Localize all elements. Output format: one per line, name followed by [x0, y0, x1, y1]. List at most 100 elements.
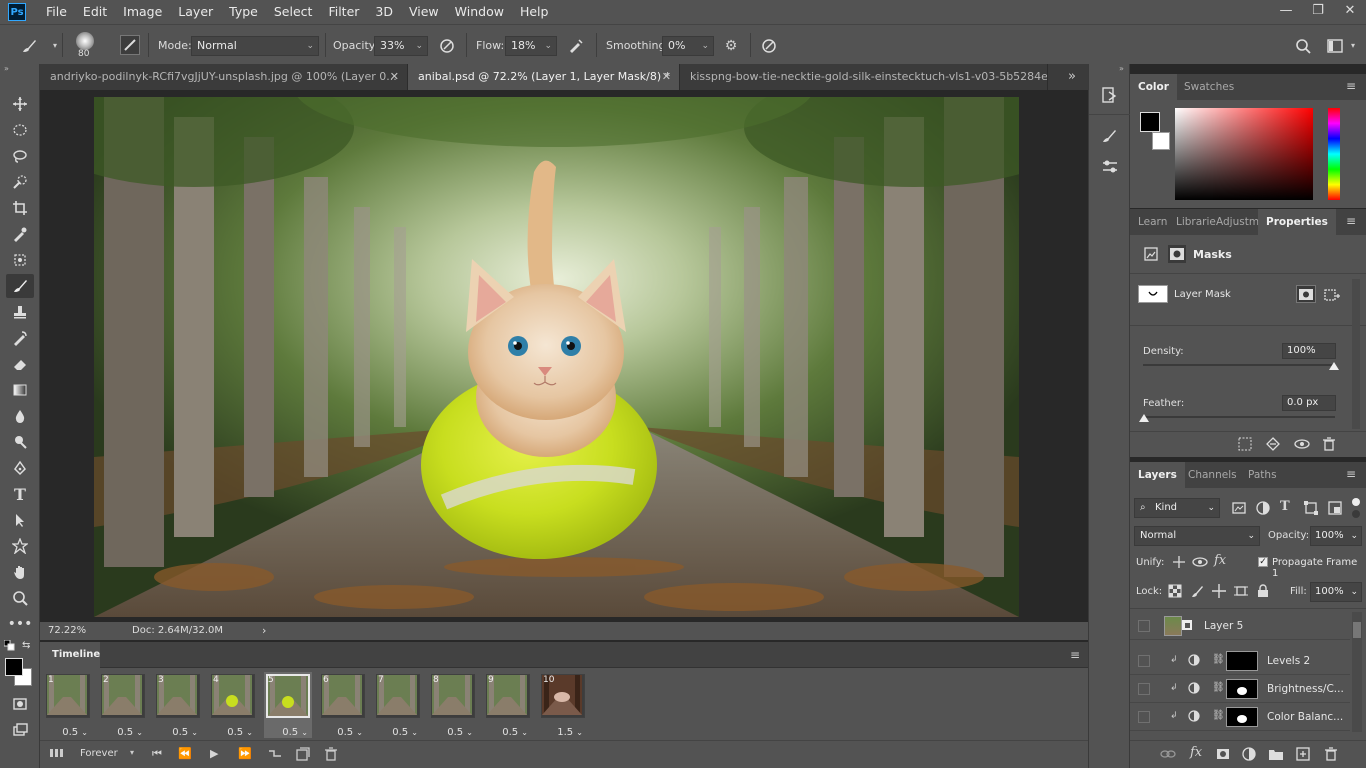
chevron-down-icon[interactable]: ▾: [130, 748, 134, 757]
layer-row[interactable]: ↲ ⛓ Color Balanc...: [1130, 703, 1350, 731]
pressure-size-icon[interactable]: [760, 37, 778, 55]
lock-artboard-icon[interactable]: [1234, 584, 1248, 602]
layer-visibility-toggle[interactable]: [1138, 711, 1150, 723]
frame-duration[interactable]: 0.5 ⌄: [117, 727, 143, 738]
panel-menu-icon[interactable]: ≡: [1346, 468, 1358, 480]
density-slider-handle[interactable]: [1329, 362, 1339, 370]
tabs-overflow-icon[interactable]: »: [1068, 69, 1076, 84]
lock-position-icon[interactable]: [1212, 584, 1226, 602]
zoom-tool-icon[interactable]: [6, 586, 34, 610]
history-panel-icon[interactable]: [1101, 86, 1119, 107]
timeline-frame[interactable]: 8 0.5 ⌄: [429, 672, 477, 738]
screen-mode-icon[interactable]: [6, 718, 34, 742]
timeline-frame[interactable]: 10 1.5 ⌄: [539, 672, 587, 738]
lock-all-icon[interactable]: [1256, 584, 1270, 602]
gear-icon[interactable]: ⚙: [722, 37, 740, 55]
layers-scrollbar[interactable]: [1352, 612, 1362, 732]
tab-properties[interactable]: Properties: [1258, 209, 1336, 235]
foreground-color-swatch[interactable]: [1140, 112, 1160, 132]
layer-mask-thumbnail[interactable]: [1138, 285, 1168, 303]
add-vector-mask-icon[interactable]: [1324, 287, 1340, 306]
link-layers-icon[interactable]: [1160, 747, 1176, 765]
blur-tool-icon[interactable]: [6, 404, 34, 428]
layer-visibility-toggle[interactable]: [1138, 620, 1150, 632]
new-layer-icon[interactable]: [1296, 747, 1310, 765]
lock-pixels-icon[interactable]: [1190, 584, 1204, 602]
menu-layer[interactable]: Layer: [170, 0, 221, 24]
tab-kisspng[interactable]: kisspng-bow-tie-necktie-gold-silk-einste…: [680, 64, 1048, 90]
filter-toggle[interactable]: [1352, 498, 1360, 506]
close-icon[interactable]: ✕: [390, 64, 399, 90]
close-icon[interactable]: ✕: [662, 64, 671, 90]
shape-tool-icon[interactable]: [6, 534, 34, 558]
brush-tool-icon[interactable]: [6, 274, 34, 298]
brush-size-preview-icon[interactable]: [76, 32, 94, 50]
unify-style-icon[interactable]: fx: [1214, 553, 1226, 568]
play-icon[interactable]: ▶: [210, 747, 218, 760]
timeline-frame[interactable]: 1 0.5 ⌄: [44, 672, 92, 738]
pen-tool-icon[interactable]: [6, 456, 34, 480]
workspace-dropdown-icon[interactable]: ▾: [1344, 37, 1362, 55]
path-selection-tool-icon[interactable]: [6, 508, 34, 532]
brush-tool-icon[interactable]: [20, 37, 38, 55]
filter-smart-object-icon[interactable]: [1328, 501, 1342, 519]
dodge-tool-icon[interactable]: [6, 430, 34, 454]
density-input[interactable]: 100%: [1282, 343, 1336, 359]
add-layer-style-icon[interactable]: fx: [1190, 745, 1202, 760]
layer-filter-select[interactable]: ⌕ Kind ⌄: [1134, 498, 1220, 518]
tab-channels[interactable]: Channels: [1180, 462, 1245, 488]
menu-help[interactable]: Help: [512, 0, 557, 24]
frame-duration[interactable]: 0.5 ⌄: [227, 727, 253, 738]
timeline-frame[interactable]: 4 0.5 ⌄: [209, 672, 257, 738]
filter-pixel-icon[interactable]: [1232, 501, 1246, 519]
blend-mode-select[interactable]: Normal ⌄: [1134, 526, 1260, 546]
frame-duration[interactable]: 0.5 ⌄: [337, 727, 363, 738]
quick-mask-icon[interactable]: [6, 692, 34, 716]
status-menu-arrow-icon[interactable]: ›: [262, 624, 266, 637]
menu-view[interactable]: View: [401, 0, 447, 24]
background-color-swatch[interactable]: [1152, 132, 1170, 150]
frame-tool-icon[interactable]: [6, 248, 34, 272]
frame-duration[interactable]: 1.5 ⌄: [557, 727, 583, 738]
tween-icon[interactable]: [268, 747, 282, 765]
more-tools-icon[interactable]: •••: [6, 612, 34, 636]
color-picker-field[interactable]: [1175, 108, 1313, 200]
hand-tool-icon[interactable]: [6, 560, 34, 584]
panel-menu-icon[interactable]: ≡: [1346, 215, 1358, 227]
menu-3d[interactable]: 3D: [367, 0, 401, 24]
brush-settings-panel-icon[interactable]: [120, 35, 140, 55]
close-button[interactable]: ✕: [1334, 0, 1366, 24]
timeline-frame[interactable]: 5 0.5 ⌄: [264, 672, 312, 738]
filter-shape-icon[interactable]: [1304, 501, 1318, 519]
zoom-level[interactable]: 72.22%: [48, 625, 86, 636]
collapse-panels-icon[interactable]: »: [1119, 64, 1124, 73]
mask-icon[interactable]: [1168, 245, 1186, 263]
timeline-frame[interactable]: 9 0.5 ⌄: [484, 672, 532, 738]
fill-input[interactable]: 100% ⌄: [1310, 582, 1362, 602]
frame-duration[interactable]: 0.5 ⌄: [282, 727, 308, 738]
layer-row[interactable]: ↲ ⛓ Brightness/C...: [1130, 675, 1350, 703]
tab-layers[interactable]: Layers: [1130, 462, 1185, 488]
document-canvas[interactable]: [94, 97, 1019, 617]
frame-duration[interactable]: 0.5 ⌄: [502, 727, 528, 738]
collapse-toolbar-icon[interactable]: »: [4, 64, 9, 73]
pixel-mask-icon[interactable]: [1144, 247, 1158, 264]
frame-duration[interactable]: 0.5 ⌄: [392, 727, 418, 738]
layer-row[interactable]: ↲ ⛓ Levels 2: [1130, 647, 1350, 675]
move-tool-icon[interactable]: [6, 92, 34, 116]
eraser-tool-icon[interactable]: [6, 352, 34, 376]
tab-paths[interactable]: Paths: [1240, 462, 1285, 488]
frame-duration[interactable]: 0.5 ⌄: [172, 727, 198, 738]
menu-filter[interactable]: Filter: [320, 0, 367, 24]
menu-edit[interactable]: Edit: [75, 0, 115, 24]
layer-visibility-toggle[interactable]: [1138, 655, 1150, 667]
select-pixel-mask-icon[interactable]: [1296, 285, 1316, 303]
propagate-checkbox[interactable]: ✓: [1258, 557, 1268, 567]
frame-duration[interactable]: 0.5 ⌄: [62, 727, 88, 738]
history-brush-tool-icon[interactable]: [6, 326, 34, 350]
pressure-opacity-icon[interactable]: [438, 37, 456, 55]
tab-swatches[interactable]: Swatches: [1176, 74, 1242, 100]
smoothing-input[interactable]: 0% ⌄: [662, 36, 714, 56]
properties-scrollbar[interactable]: [1352, 279, 1360, 429]
type-tool-icon[interactable]: T: [6, 482, 34, 506]
